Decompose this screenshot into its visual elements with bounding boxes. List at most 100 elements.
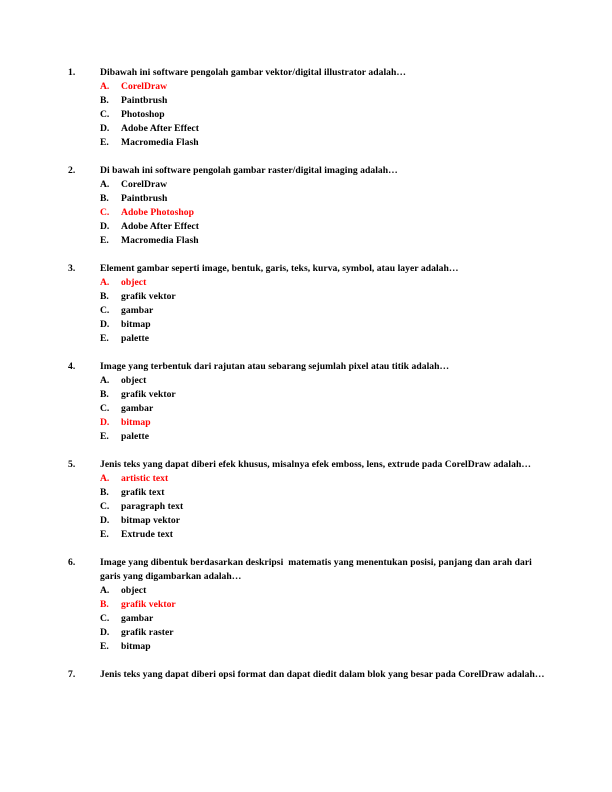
question-block: 3. Element gambar seperti image, bentuk, … — [68, 262, 546, 346]
answer-option-letter: A. — [100, 277, 110, 288]
question-block: 5. Jenis teks yang dapat diberi efek khus… — [68, 458, 546, 542]
question-stem-row: 5. Jenis teks yang dapat diberi efek khus… — [68, 458, 546, 472]
question-number: 7. — [68, 669, 76, 680]
answer-option[interactable]: B. Paintbrush — [100, 94, 546, 108]
answer-option[interactable]: B. grafik text — [100, 486, 546, 500]
answer-option-letter: C. — [100, 403, 110, 414]
answer-option-list: A. object B. grafik vektor C. gambar D. grafik … — [68, 584, 546, 654]
answer-option-letter: B. — [100, 487, 109, 498]
answer-option-text: grafik vektor — [121, 389, 176, 400]
answer-option-text: gambar — [121, 403, 154, 414]
answer-option-letter: E. — [100, 431, 109, 442]
answer-option-letter: C. — [100, 613, 110, 624]
answer-option-text: gambar — [121, 305, 154, 316]
answer-option-text: Photoshop — [121, 109, 165, 120]
answer-option-letter: E. — [100, 529, 109, 540]
answer-option-correct[interactable]: B. grafik vektor — [100, 598, 546, 612]
answer-option-letter: B. — [100, 95, 109, 106]
answer-option-correct[interactable]: A. object — [100, 276, 546, 290]
answer-option-text: bitmap — [121, 319, 151, 330]
question-number: 6. — [68, 557, 76, 568]
question-number: 2. — [68, 165, 76, 176]
question-text: Dibawah ini software pengolah gambar vek… — [100, 67, 407, 78]
answer-option-text: Adobe After Effect — [121, 221, 199, 232]
answer-option-text: CorelDraw — [121, 179, 168, 190]
question-stem-row: 2. Di bawah ini software pengolah gambar … — [68, 164, 546, 178]
question-text: Element gambar seperti image, bentuk, ga… — [100, 263, 459, 274]
answer-option-list: A. object B. grafik vektor C. gambar D. bitmap E… — [68, 276, 546, 346]
answer-option-text: CorelDraw — [121, 81, 168, 92]
question-text: Image yang dibentuk berdasarkan deskrips… — [100, 557, 535, 582]
answer-option[interactable]: E. Extrude text — [100, 528, 546, 542]
answer-option[interactable]: E. palette — [100, 430, 546, 444]
answer-option-letter: A. — [100, 375, 110, 386]
answer-option[interactable]: B. Paintbrush — [100, 192, 546, 206]
answer-option-text: bitmap — [121, 641, 151, 652]
question-stem-row: 1. Dibawah ini software pengolah gambar v… — [68, 66, 546, 80]
answer-option-letter: A. — [100, 473, 110, 484]
answer-option[interactable]: C. gambar — [100, 612, 546, 626]
question-block: 1. Dibawah ini software pengolah gambar v… — [68, 66, 546, 150]
answer-option-correct[interactable]: D. bitmap — [100, 416, 546, 430]
answer-option[interactable]: D. bitmap vektor — [100, 514, 546, 528]
answer-option[interactable]: D. Adobe After Effect — [100, 122, 546, 136]
answer-option-letter: A. — [100, 585, 110, 596]
answer-option[interactable]: D. Adobe After Effect — [100, 220, 546, 234]
answer-option-letter: D. — [100, 221, 110, 232]
answer-option-list: A. object B. grafik vektor C. gambar D. bitmap E… — [68, 374, 546, 444]
question-text: Di bawah ini software pengolah gambar ra… — [100, 165, 398, 176]
answer-option[interactable]: A. object — [100, 584, 546, 598]
answer-option[interactable]: C. Photoshop — [100, 108, 546, 122]
answer-option-letter: A. — [100, 81, 110, 92]
answer-option[interactable]: A. object — [100, 374, 546, 388]
answer-option[interactable]: E. Macromedia Flash — [100, 136, 546, 150]
answer-option[interactable]: E. palette — [100, 332, 546, 346]
answer-option-text: gambar — [121, 613, 154, 624]
answer-option-letter: D. — [100, 627, 110, 638]
answer-option-letter: B. — [100, 599, 109, 610]
answer-option-correct[interactable]: A. CorelDraw — [100, 80, 546, 94]
question-number: 4. — [68, 361, 76, 372]
answer-option-letter: C. — [100, 305, 110, 316]
answer-option-letter: C. — [100, 207, 110, 218]
answer-option-text: Macromedia Flash — [121, 235, 199, 246]
question-number: 1. — [68, 67, 76, 78]
answer-option[interactable]: A. CorelDraw — [100, 178, 546, 192]
answer-option-text: Paintbrush — [121, 193, 168, 204]
answer-option-text: Paintbrush — [121, 95, 168, 106]
question-block: 7. Jenis teks yang dapat diberi opsi form… — [68, 668, 546, 682]
question-text: Image yang terbentuk dari rajutan atau s… — [100, 361, 450, 372]
answer-option-text: grafik raster — [121, 627, 174, 638]
answer-option[interactable]: C. gambar — [100, 402, 546, 416]
answer-option-letter: D. — [100, 319, 110, 330]
answer-option[interactable]: D. bitmap — [100, 318, 546, 332]
answer-option-letter: B. — [100, 193, 109, 204]
question-number: 5. — [68, 459, 76, 470]
answer-option[interactable]: D. grafik raster — [100, 626, 546, 640]
answer-option-text: object — [121, 277, 147, 288]
answer-option[interactable]: B. grafik vektor — [100, 388, 546, 402]
answer-option[interactable]: C. gambar — [100, 304, 546, 318]
answer-option-text: Adobe After Effect — [121, 123, 199, 134]
question-block: 4. Image yang terbentuk dari rajutan atau… — [68, 360, 546, 444]
answer-option[interactable]: E. bitmap — [100, 640, 546, 654]
answer-option-letter: D. — [100, 123, 110, 134]
answer-option-letter: E. — [100, 137, 109, 148]
answer-option-text: bitmap vektor — [121, 515, 181, 526]
answer-option-list: A. CorelDraw B. Paintbrush C. Adobe Photoshop… — [68, 178, 546, 248]
answer-option-text: paragraph text — [121, 501, 184, 512]
answer-option-correct[interactable]: C. Adobe Photoshop — [100, 206, 546, 220]
answer-option-correct[interactable]: A. artistic text — [100, 472, 546, 486]
answer-option-text: grafik text — [121, 487, 165, 498]
question-block: 6. Image yang dibentuk berdasarkan deskri… — [68, 556, 546, 654]
answer-option-text: Adobe Photoshop — [121, 207, 194, 218]
answer-option-text: bitmap — [121, 417, 151, 428]
answer-option[interactable]: E. Macromedia Flash — [100, 234, 546, 248]
question-text: Jenis teks yang dapat diberi efek khusus… — [100, 459, 531, 470]
answer-option[interactable]: B. grafik vektor — [100, 290, 546, 304]
answer-option-text: palette — [121, 431, 150, 442]
answer-option-letter: E. — [100, 333, 109, 344]
answer-option-letter: D. — [100, 515, 110, 526]
document-page: 1. Dibawah ini software pengolah gambar v… — [0, 0, 612, 792]
answer-option[interactable]: C. paragraph text — [100, 500, 546, 514]
